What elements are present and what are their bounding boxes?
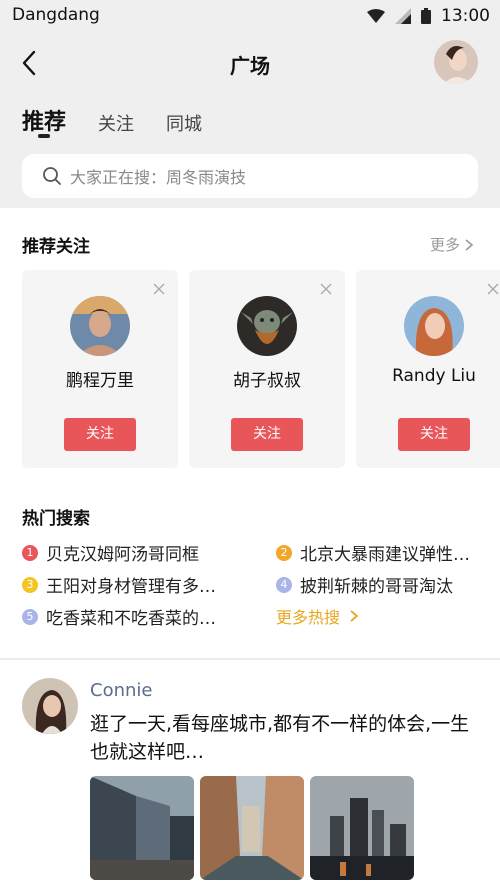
hot-search-title: 热门搜索 [22,509,90,529]
wifi-icon [367,9,385,23]
header-area: Dangdang 13:00 广场 推荐 关注 同城 大家正在搜：周冬雨演技 [0,0,500,208]
tab-bar: 推荐 关注 同城 [22,104,202,136]
user-avatar[interactable] [434,40,478,84]
close-icon[interactable] [486,282,500,296]
tab-local[interactable]: 同城 [166,110,202,136]
search-input[interactable]: 大家正在搜：周冬雨演技 [22,154,478,198]
feed-post[interactable]: Connie 逛了一天,看每座城市,都有不一样的体会,一生也就这样吧… [0,660,500,888]
carrier-label: Dangdang [12,5,100,25]
nav-bar: 广场 [0,38,500,90]
active-tab-indicator [38,134,50,138]
recommend-avatar [237,296,297,356]
hot-search-text: 披荆斩棘的哥哥淘汰 [300,577,453,597]
post-text: 逛了一天,看每座城市,都有不一样的体会,一生也就这样吧… [90,713,470,763]
close-icon[interactable] [152,282,166,296]
post-photos [90,776,414,880]
hot-search-text: 吃香菜和不吃香菜的… [46,609,216,629]
signal-icon [395,8,411,24]
page-title: 广场 [230,54,270,78]
post-photo[interactable] [90,776,194,880]
battery-icon [421,8,431,24]
post-username[interactable]: Connie [90,680,152,701]
clock: 13:00 [441,6,490,26]
post-avatar[interactable] [22,678,78,734]
recommend-card[interactable]: 胡子叔叔 关注 [189,270,345,468]
recommend-more-label: 更多 [429,236,460,254]
follow-button[interactable]: 关注 [231,418,303,451]
hot-search-text: 贝克汉姆阿汤哥同框 [46,545,199,565]
recommend-more-link[interactable]: 更多 [430,234,474,255]
tab-follow[interactable]: 关注 [98,110,134,136]
rank-badge: 3 [22,576,38,593]
follow-button[interactable]: 关注 [64,418,136,451]
search-placeholder: 大家正在搜：周冬雨演技 [70,168,247,187]
recommend-title: 推荐关注 [22,237,90,257]
hot-search-item[interactable]: 1 贝克汉姆阿汤哥同框 [22,540,199,565]
recommend-card[interactable]: Randy Liu 关注 [356,270,500,468]
hot-search-item[interactable]: 5 吃香菜和不吃香菜的… [22,604,216,629]
post-photo[interactable] [200,776,304,880]
more-hot-search-label: 更多热搜 [276,608,341,627]
recommend-card[interactable]: 鹏程万里 关注 [22,270,178,468]
more-hot-search-link[interactable]: 更多热搜 [276,604,359,628]
search-icon [43,167,61,185]
main-content: 推荐关注 更多 鹏程万里 关注 胡子叔叔 关注 Randy Liu 关注 热门搜… [0,208,500,658]
recommend-avatar [70,296,130,356]
post-photo[interactable] [310,776,414,880]
hot-search-item[interactable]: 4 披荆斩棘的哥哥淘汰 [276,572,453,597]
tab-recommend[interactable]: 推荐 [22,104,66,136]
status-icons: 13:00 [367,6,490,26]
rank-badge: 2 [276,544,292,561]
hot-search-item[interactable]: 2 北京大暴雨建议弹性… [276,540,470,565]
recommend-name: Randy Liu [392,366,476,386]
recommend-avatar [404,296,464,356]
rank-badge: 5 [22,608,38,625]
rank-badge: 1 [22,544,38,561]
recommend-name: 鹏程万里 [66,371,134,391]
recommend-cards: 鹏程万里 关注 胡子叔叔 关注 Randy Liu 关注 [22,270,500,470]
hot-search-text: 北京大暴雨建议弹性… [300,545,470,565]
status-bar: Dangdang 13:00 [0,0,500,32]
recommend-name: 胡子叔叔 [233,371,301,391]
close-icon[interactable] [319,282,333,296]
chevron-right-icon [465,238,474,251]
hot-search-text: 王阳对身材管理有多… [46,577,216,597]
hot-search-item[interactable]: 3 王阳对身材管理有多… [22,572,216,597]
follow-button[interactable]: 关注 [398,418,470,451]
avatar-image [434,40,478,84]
chevron-right-icon [350,610,359,622]
rank-badge: 4 [276,576,292,593]
